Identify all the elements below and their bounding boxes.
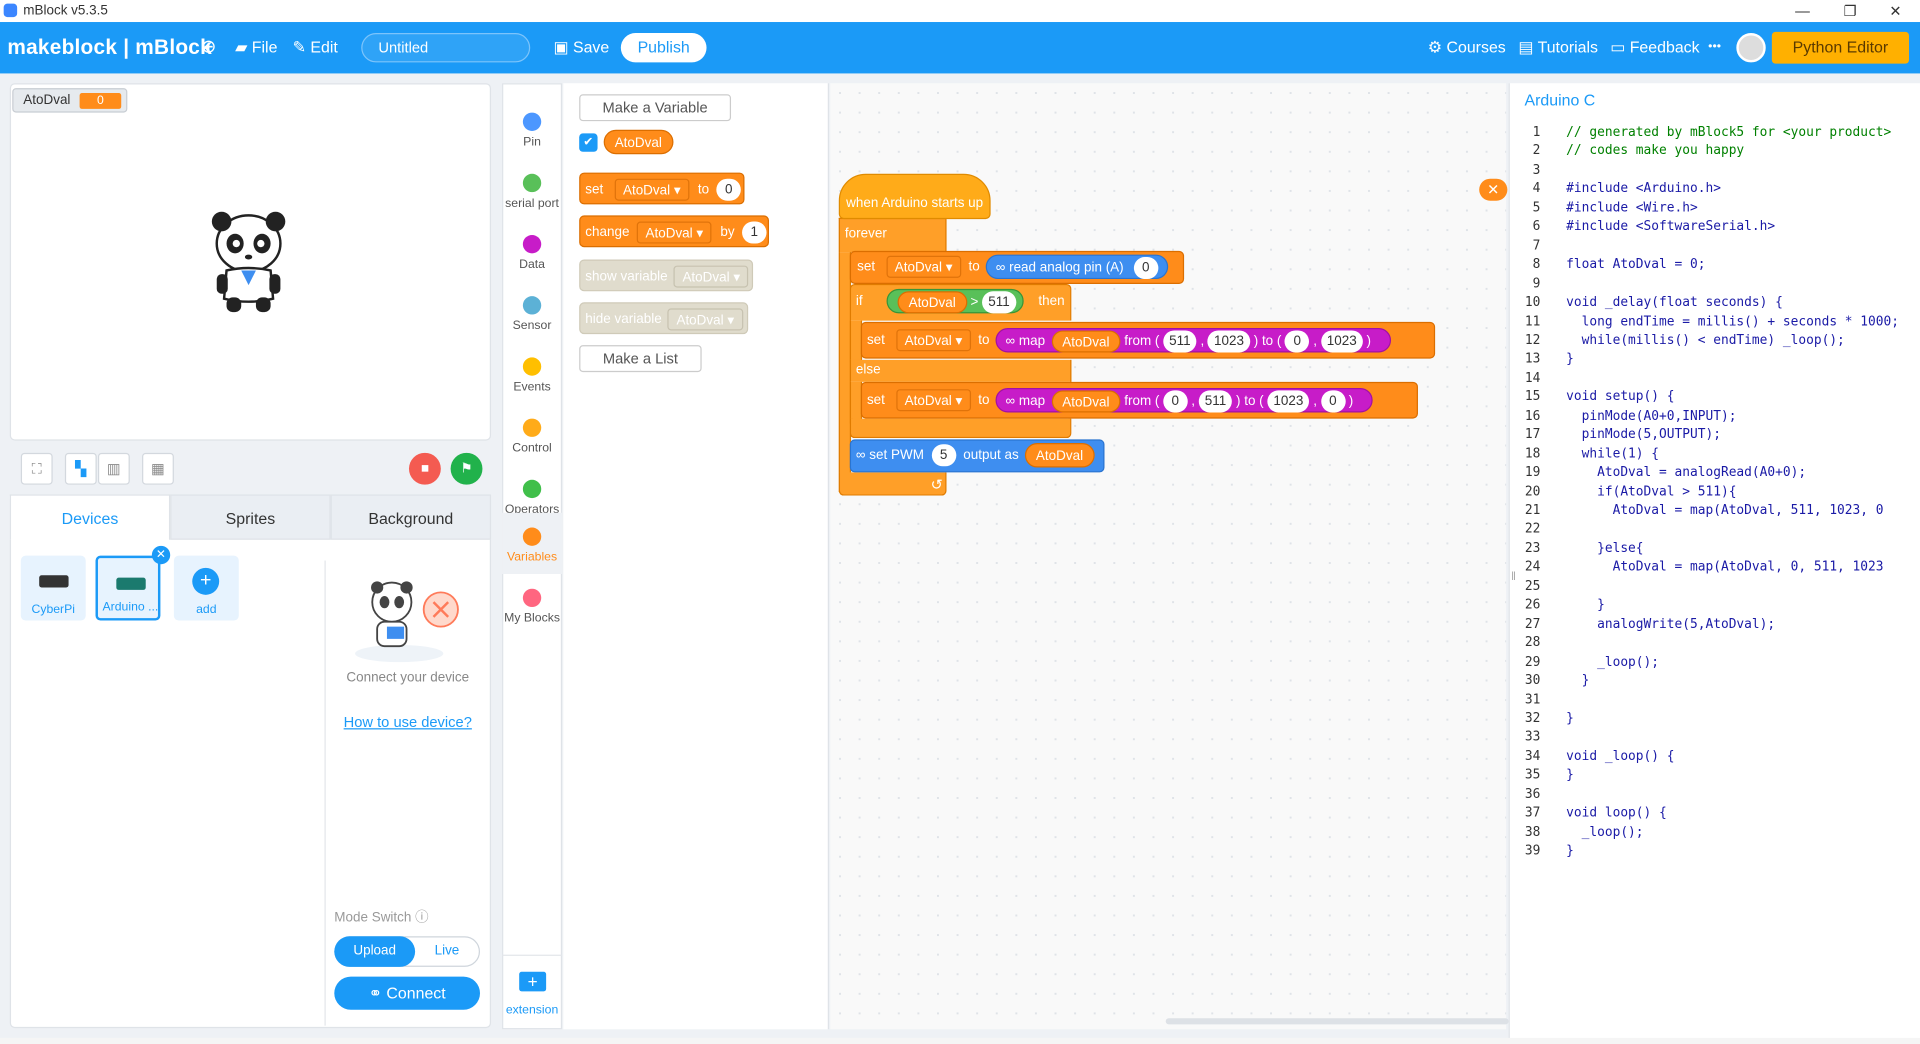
code-line: void _delay(float seconds) { xyxy=(1566,295,1783,310)
code-editor[interactable]: 1 // generated by mBlock5 for <your produ… xyxy=(0,0,1920,1044)
code-line: void setup() { xyxy=(1566,389,1675,405)
line-number: 21 xyxy=(1524,503,1541,518)
line-number: 16 xyxy=(1524,408,1541,424)
line-number: 35 xyxy=(1524,767,1541,783)
line-number: 11 xyxy=(1524,313,1541,329)
code-line: } xyxy=(1566,351,1574,367)
line-number: 26 xyxy=(1524,597,1541,613)
line-number: 23 xyxy=(1524,540,1541,556)
line-number: 31 xyxy=(1524,692,1541,707)
code-line: void _loop() { xyxy=(1566,748,1675,764)
line-number: 25 xyxy=(1524,578,1541,594)
code-line: } xyxy=(1566,767,1574,783)
line-number: 37 xyxy=(1524,805,1541,821)
code-line: AtoDval = map(AtoDval, 0, 511, 1023 xyxy=(1566,559,1884,575)
line-number: 13 xyxy=(1524,351,1541,367)
code-line: // codes make you happy xyxy=(1566,143,1745,159)
line-number: 29 xyxy=(1524,654,1541,669)
code-line: } xyxy=(1566,711,1574,726)
line-number: 15 xyxy=(1524,389,1541,405)
line-number: 2 xyxy=(1532,143,1541,159)
line-number: 6 xyxy=(1532,219,1541,235)
code-line: pinMode(5,OUTPUT); xyxy=(1566,427,1721,443)
line-number: 28 xyxy=(1524,635,1541,651)
code-line: AtoDval = map(AtoDval, 511, 1023, 0 xyxy=(1566,503,1884,518)
code-line: AtoDval = analogRead(A0+0); xyxy=(1566,465,1807,480)
code-line: float AtoDval = 0; xyxy=(1566,257,1706,272)
code-line: if(AtoDval > 511){ xyxy=(1566,484,1737,499)
code-line: while(1) { xyxy=(1566,446,1660,461)
code-line: while(millis() < endTime) _loop(); xyxy=(1566,332,1845,348)
code-line: #include <Arduino.h> xyxy=(1566,181,1721,197)
line-number: 36 xyxy=(1524,786,1541,802)
line-number: 33 xyxy=(1524,729,1541,745)
line-number: 1 xyxy=(1532,124,1541,140)
line-number: 22 xyxy=(1524,521,1541,537)
line-number: 3 xyxy=(1532,162,1541,178)
line-number: 9 xyxy=(1532,276,1541,291)
code-line: analogWrite(5,AtoDval); xyxy=(1566,616,1776,632)
status-bar xyxy=(0,1037,1920,1044)
code-line: long endTime = millis() + seconds * 1000… xyxy=(1566,313,1899,329)
line-number: 8 xyxy=(1532,257,1541,272)
line-number: 32 xyxy=(1524,711,1541,726)
code-line: // generated by mBlock5 for <your produc… xyxy=(1566,124,1892,140)
line-number: 18 xyxy=(1524,446,1541,461)
line-number: 7 xyxy=(1532,238,1541,253)
code-line: #include <SoftwareSerial.h> xyxy=(1566,219,1776,235)
code-line: #include <Wire.h> xyxy=(1566,200,1698,216)
line-number: 4 xyxy=(1532,181,1541,197)
line-number: 19 xyxy=(1524,465,1541,480)
code-line: } xyxy=(1566,673,1590,688)
line-number: 14 xyxy=(1524,370,1541,386)
line-number: 5 xyxy=(1532,200,1541,216)
code-line: pinMode(A0+0,INPUT); xyxy=(1566,408,1737,424)
code-line: } xyxy=(1566,597,1605,613)
line-number: 20 xyxy=(1524,484,1541,499)
code-line: _loop(); xyxy=(1566,654,1660,669)
code-line: _loop(); xyxy=(1566,824,1644,840)
line-number: 34 xyxy=(1524,748,1541,764)
line-number: 17 xyxy=(1524,427,1541,443)
code-line: } xyxy=(1566,843,1574,859)
line-number: 24 xyxy=(1524,559,1541,575)
code-line: void loop() { xyxy=(1566,805,1667,821)
line-number: 39 xyxy=(1524,843,1541,859)
code-line: }else{ xyxy=(1566,540,1644,556)
line-number: 30 xyxy=(1524,673,1541,688)
line-number: 10 xyxy=(1524,295,1541,310)
line-number: 12 xyxy=(1524,332,1541,348)
line-number: 38 xyxy=(1524,824,1541,840)
line-number: 27 xyxy=(1524,616,1541,632)
